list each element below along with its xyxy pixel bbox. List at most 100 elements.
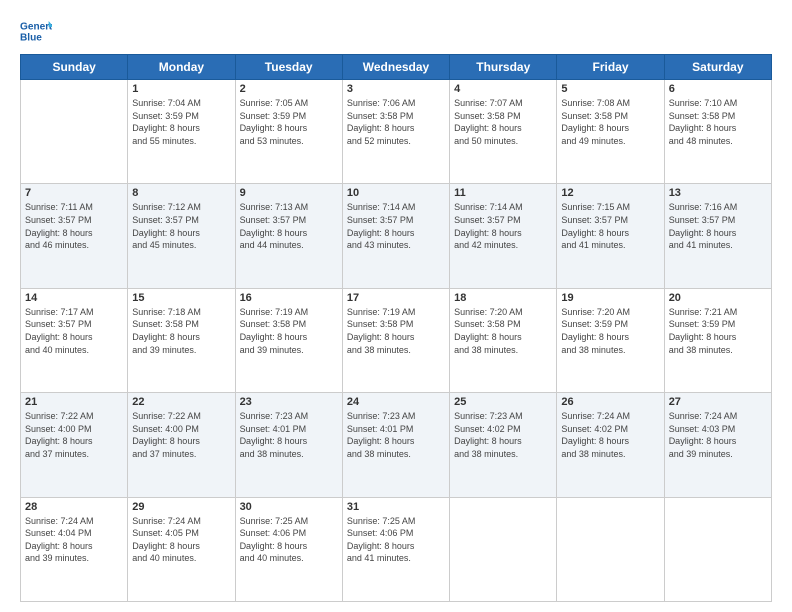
header-tuesday: Tuesday [235,55,342,80]
calendar-cell: 15 Sunrise: 7:18 AM Sunset: 3:58 PM Dayli… [128,288,235,392]
header-saturday: Saturday [664,55,771,80]
calendar-cell: 28 Sunrise: 7:24 AM Sunset: 4:04 PM Dayli… [21,497,128,601]
day-info: Sunrise: 7:23 AM Sunset: 4:02 PM Dayligh… [454,410,552,460]
calendar-cell [557,497,664,601]
calendar-table: SundayMondayTuesdayWednesdayThursdayFrid… [20,54,772,602]
day-number: 12 [561,187,659,199]
logo-icon: General Blue [20,18,52,46]
logo: General Blue [20,18,52,46]
day-info: Sunrise: 7:23 AM Sunset: 4:01 PM Dayligh… [240,410,338,460]
calendar-cell: 11 Sunrise: 7:14 AM Sunset: 3:57 PM Dayli… [450,184,557,288]
day-number: 4 [454,83,552,95]
day-number: 25 [454,396,552,408]
day-info: Sunrise: 7:16 AM Sunset: 3:57 PM Dayligh… [669,201,767,251]
day-number: 13 [669,187,767,199]
day-info: Sunrise: 7:12 AM Sunset: 3:57 PM Dayligh… [132,201,230,251]
day-number: 27 [669,396,767,408]
calendar-cell: 17Sunrise: 7:19 AM Sunset: 3:58 PM Dayli… [342,288,449,392]
day-info: Sunrise: 7:10 AM Sunset: 3:58 PM Dayligh… [669,97,767,147]
calendar-cell [21,80,128,184]
day-info: Sunrise: 7:15 AM Sunset: 3:57 PM Dayligh… [561,201,659,251]
calendar-cell: 2Sunrise: 7:05 AM Sunset: 3:59 PM Daylig… [235,80,342,184]
day-number: 22 [132,396,230,408]
day-number: 7 [25,187,123,199]
day-info: Sunrise: 7:23 AM Sunset: 4:01 PM Dayligh… [347,410,445,460]
page: General Blue SundayMondayTuesdayWednesda… [0,0,792,612]
day-info: Sunrise: 7:04 AM Sunset: 3:59 PM Dayligh… [132,97,230,147]
day-info: Sunrise: 7:13 AM Sunset: 3:57 PM Dayligh… [240,201,338,251]
day-info: Sunrise: 7:14 AM Sunset: 3:57 PM Dayligh… [454,201,552,251]
day-number: 31 [347,501,445,513]
day-number: 6 [669,83,767,95]
day-info: Sunrise: 7:08 AM Sunset: 3:58 PM Dayligh… [561,97,659,147]
header-sunday: Sunday [21,55,128,80]
calendar-cell: 20 Sunrise: 7:21 AM Sunset: 3:59 PM Dayli… [664,288,771,392]
day-number: 28 [25,501,123,513]
day-info: Sunrise: 7:20 AM Sunset: 3:59 PM Dayligh… [561,306,659,356]
day-info: Sunrise: 7:24 AM Sunset: 4:03 PM Dayligh… [669,410,767,460]
week-row-4: 21 Sunrise: 7:22 AM Sunset: 4:00 PM Dayli… [21,393,772,497]
day-number: 9 [240,187,338,199]
day-number: 15 [132,292,230,304]
day-number: 21 [25,396,123,408]
day-number: 20 [669,292,767,304]
calendar-cell: 5Sunrise: 7:08 AM Sunset: 3:58 PM Daylig… [557,80,664,184]
day-number: 23 [240,396,338,408]
day-info: Sunrise: 7:17 AM Sunset: 3:57 PM Dayligh… [25,306,123,356]
calendar-cell: 9 Sunrise: 7:13 AM Sunset: 3:57 PM Daylig… [235,184,342,288]
calendar-cell: 25 Sunrise: 7:23 AM Sunset: 4:02 PM Dayli… [450,393,557,497]
calendar-cell: 8 Sunrise: 7:12 AM Sunset: 3:57 PM Daylig… [128,184,235,288]
calendar-cell: 24 Sunrise: 7:23 AM Sunset: 4:01 PM Dayli… [342,393,449,497]
calendar-cell: 29 Sunrise: 7:24 AM Sunset: 4:05 PM Dayli… [128,497,235,601]
calendar-cell: 3Sunrise: 7:06 AM Sunset: 3:58 PM Daylig… [342,80,449,184]
calendar-cell: 10 Sunrise: 7:14 AM Sunset: 3:57 PM Dayli… [342,184,449,288]
day-number: 26 [561,396,659,408]
calendar-cell [664,497,771,601]
week-row-2: 7Sunrise: 7:11 AM Sunset: 3:57 PM Daylig… [21,184,772,288]
calendar-cell: 27 Sunrise: 7:24 AM Sunset: 4:03 PM Dayli… [664,393,771,497]
day-number: 1 [132,83,230,95]
calendar-cell: 1 Sunrise: 7:04 AM Sunset: 3:59 PM Daylig… [128,80,235,184]
day-info: Sunrise: 7:22 AM Sunset: 4:00 PM Dayligh… [25,410,123,460]
calendar-header-row: SundayMondayTuesdayWednesdayThursdayFrid… [21,55,772,80]
day-number: 8 [132,187,230,199]
day-number: 24 [347,396,445,408]
day-info: Sunrise: 7:18 AM Sunset: 3:58 PM Dayligh… [132,306,230,356]
calendar-cell: 4 Sunrise: 7:07 AM Sunset: 3:58 PM Daylig… [450,80,557,184]
day-info: Sunrise: 7:07 AM Sunset: 3:58 PM Dayligh… [454,97,552,147]
day-info: Sunrise: 7:21 AM Sunset: 3:59 PM Dayligh… [669,306,767,356]
header-friday: Friday [557,55,664,80]
day-info: Sunrise: 7:22 AM Sunset: 4:00 PM Dayligh… [132,410,230,460]
calendar-cell: 31Sunrise: 7:25 AM Sunset: 4:06 PM Dayli… [342,497,449,601]
day-info: Sunrise: 7:24 AM Sunset: 4:04 PM Dayligh… [25,515,123,565]
day-info: Sunrise: 7:19 AM Sunset: 3:58 PM Dayligh… [240,306,338,356]
week-row-3: 14Sunrise: 7:17 AM Sunset: 3:57 PM Dayli… [21,288,772,392]
calendar-cell: 22 Sunrise: 7:22 AM Sunset: 4:00 PM Dayli… [128,393,235,497]
calendar-cell: 7Sunrise: 7:11 AM Sunset: 3:57 PM Daylig… [21,184,128,288]
day-number: 30 [240,501,338,513]
day-info: Sunrise: 7:14 AM Sunset: 3:57 PM Dayligh… [347,201,445,251]
calendar-cell: 16 Sunrise: 7:19 AM Sunset: 3:58 PM Dayli… [235,288,342,392]
day-number: 3 [347,83,445,95]
calendar-cell: 21 Sunrise: 7:22 AM Sunset: 4:00 PM Dayli… [21,393,128,497]
day-info: Sunrise: 7:05 AM Sunset: 3:59 PM Dayligh… [240,97,338,147]
calendar-cell [450,497,557,601]
header: General Blue [20,18,772,46]
svg-text:General: General [20,21,52,32]
day-info: Sunrise: 7:25 AM Sunset: 4:06 PM Dayligh… [240,515,338,565]
calendar-cell: 30 Sunrise: 7:25 AM Sunset: 4:06 PM Dayli… [235,497,342,601]
header-thursday: Thursday [450,55,557,80]
day-number: 18 [454,292,552,304]
day-info: Sunrise: 7:24 AM Sunset: 4:05 PM Dayligh… [132,515,230,565]
day-number: 10 [347,187,445,199]
day-number: 19 [561,292,659,304]
calendar-cell: 12 Sunrise: 7:15 AM Sunset: 3:57 PM Dayli… [557,184,664,288]
day-number: 16 [240,292,338,304]
calendar-cell: 6 Sunrise: 7:10 AM Sunset: 3:58 PM Daylig… [664,80,771,184]
calendar-cell: 26Sunrise: 7:24 AM Sunset: 4:02 PM Dayli… [557,393,664,497]
week-row-5: 28 Sunrise: 7:24 AM Sunset: 4:04 PM Dayli… [21,497,772,601]
day-number: 29 [132,501,230,513]
day-number: 11 [454,187,552,199]
day-info: Sunrise: 7:20 AM Sunset: 3:58 PM Dayligh… [454,306,552,356]
week-row-1: 1 Sunrise: 7:04 AM Sunset: 3:59 PM Daylig… [21,80,772,184]
